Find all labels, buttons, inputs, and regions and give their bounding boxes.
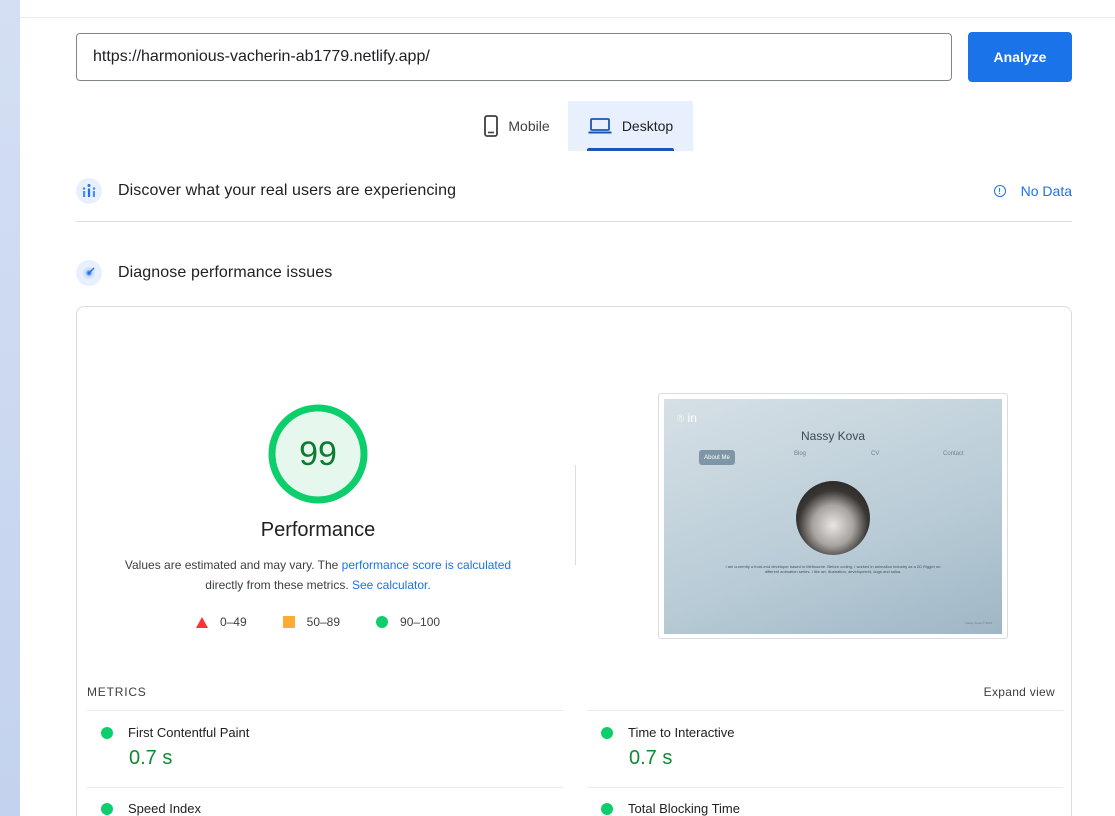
avatar bbox=[796, 481, 870, 555]
metric-tbt: Total Blocking Time bbox=[601, 801, 740, 816]
analyze-button[interactable]: Analyze bbox=[968, 32, 1072, 82]
site-nav-contact: Contact bbox=[943, 451, 964, 457]
pass-circle-icon bbox=[601, 802, 613, 815]
legend-pass-label: 90–100 bbox=[400, 615, 441, 629]
url-input[interactable]: https://harmonious-vacherin-ab1779.netli… bbox=[76, 33, 952, 81]
pagespeed-page: https://harmonious-vacherin-ab1779.netli… bbox=[20, 0, 1115, 816]
desc-middle: directly from these metrics. bbox=[205, 578, 352, 592]
metric-value: 0.7 s bbox=[129, 747, 173, 769]
metric-divider bbox=[87, 787, 563, 788]
site-bio: I am currently a front-end developer bas… bbox=[725, 564, 941, 574]
social-icons: ⌾ in bbox=[677, 411, 697, 425]
no-data-link[interactable]: ! No Data bbox=[993, 183, 1072, 199]
top-divider bbox=[20, 17, 1115, 18]
metric-name: Speed Index bbox=[128, 801, 202, 816]
tab-desktop-label: Desktop bbox=[621, 118, 674, 134]
score-legend: 0–49 50–89 90–100 bbox=[77, 615, 559, 629]
site-nav-about: About Me bbox=[699, 450, 735, 465]
see-calculator-link[interactable]: See calculator. bbox=[352, 578, 431, 592]
pass-circle-icon bbox=[601, 726, 613, 739]
circle-icon bbox=[376, 616, 389, 628]
phone-icon bbox=[484, 115, 499, 137]
legend-fail-label: 0–49 bbox=[219, 615, 247, 629]
site-nav-blog: Blog bbox=[794, 451, 807, 457]
tab-mobile[interactable]: Mobile bbox=[466, 101, 568, 151]
screenshot-content: ⌾ in Nassy Kova About Me Blog CV Contact… bbox=[664, 399, 1002, 634]
laptop-icon bbox=[588, 118, 612, 134]
metric-name: First Contentful Paint bbox=[128, 725, 250, 740]
no-data-label: No Data bbox=[1020, 183, 1072, 199]
section-divider bbox=[76, 221, 1072, 222]
metric-tti: Time to Interactive 0.7 s bbox=[601, 725, 734, 770]
score-calculated-link[interactable]: performance score is calculated bbox=[342, 558, 511, 572]
site-footer: Nassy Kova © 2023 bbox=[965, 621, 992, 625]
legend-average-label: 50–89 bbox=[306, 615, 341, 629]
tab-desktop[interactable]: Desktop bbox=[568, 101, 693, 151]
metric-divider bbox=[587, 787, 1063, 788]
lighthouse-icon bbox=[76, 260, 102, 286]
discover-title: Discover what your real users are experi… bbox=[118, 182, 457, 199]
expand-view-button[interactable]: Expand view bbox=[984, 685, 1055, 699]
desc-prefix: Values are estimated and may vary. The bbox=[124, 558, 342, 572]
metric-name: Time to Interactive bbox=[628, 725, 735, 740]
metric-value: 0.7 s bbox=[629, 747, 673, 769]
metric-divider bbox=[87, 710, 563, 711]
performance-label: Performance bbox=[260, 519, 376, 541]
diagnose-title: Diagnose performance issues bbox=[118, 264, 333, 281]
discover-section: Discover what your real users are experi… bbox=[76, 176, 1072, 206]
performance-card: 99 Performance Values are estimated and … bbox=[76, 306, 1072, 816]
legend-pass: 90–100 bbox=[376, 615, 440, 629]
metric-speed-index: Speed Index bbox=[101, 801, 201, 816]
metric-name: Total Blocking Time bbox=[628, 801, 740, 816]
triangle-icon bbox=[195, 616, 208, 628]
vertical-divider bbox=[575, 465, 576, 565]
metrics-heading: METRICS bbox=[87, 685, 147, 699]
performance-score: 99 bbox=[299, 434, 337, 473]
diagnose-section: Diagnose performance issues bbox=[76, 258, 1072, 288]
site-name: Nassy Kova bbox=[800, 429, 866, 443]
tab-selected-indicator bbox=[587, 148, 674, 151]
square-icon bbox=[282, 616, 295, 628]
page-screenshot: ⌾ in Nassy Kova About Me Blog CV Contact… bbox=[658, 393, 1008, 639]
performance-description: Values are estimated and may vary. The p… bbox=[77, 555, 559, 595]
info-icon: ! bbox=[993, 185, 1006, 197]
tab-mobile-label: Mobile bbox=[508, 118, 550, 134]
metric-divider bbox=[587, 710, 1063, 711]
pass-circle-icon bbox=[101, 802, 113, 815]
site-nav-cv: CV bbox=[871, 451, 880, 457]
legend-fail: 0–49 bbox=[195, 615, 247, 629]
pass-circle-icon bbox=[101, 726, 113, 739]
users-chart-icon bbox=[76, 178, 102, 204]
metric-fcp: First Contentful Paint 0.7 s bbox=[101, 725, 249, 770]
url-value: https://harmonious-vacherin-ab1779.netli… bbox=[93, 48, 430, 65]
legend-average: 50–89 bbox=[282, 615, 341, 629]
